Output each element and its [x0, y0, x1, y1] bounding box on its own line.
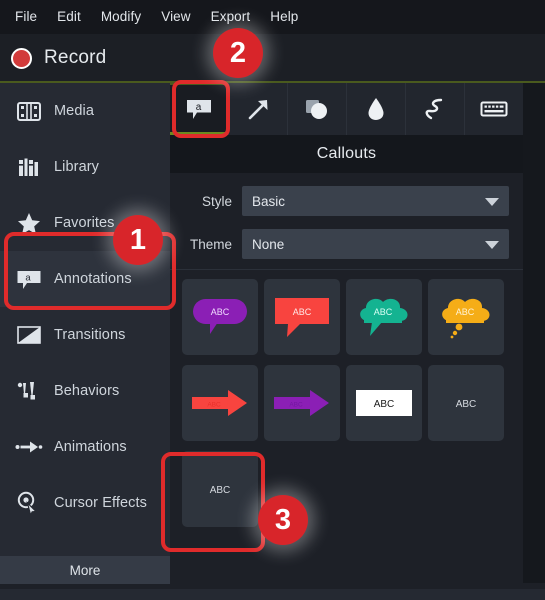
sidebar-item-label: Media — [54, 103, 94, 119]
arrow-shape: ABC — [192, 390, 247, 416]
thumbnail-text: ABC — [374, 307, 393, 317]
callout-thumbnail-grid: ABC ABC ABC ABC ABC ABC ABC ABC ABC — [182, 279, 512, 537]
tab-blur[interactable] — [347, 83, 406, 135]
chevron-down-icon — [485, 241, 499, 249]
transition-icon — [14, 322, 44, 348]
style-label: Style — [201, 193, 232, 209]
annotation-type-tabbar: a — [170, 83, 523, 135]
menu-item-view[interactable]: View — [152, 0, 199, 34]
arrow-diagonal-icon — [248, 100, 268, 120]
thumbnail-red-rect[interactable]: ABC — [264, 279, 340, 355]
thumbnail-yellow-thought[interactable]: ABC — [428, 279, 504, 355]
sidebar-item-cursor-effects[interactable]: Cursor Effects — [0, 475, 170, 531]
behaviors-icon — [14, 378, 44, 404]
thumbnail-purple-arrow[interactable]: ABC — [264, 365, 340, 441]
books-icon — [14, 154, 44, 180]
annotations-panel: a Callouts Style Basic Theme None ABC AB… — [170, 83, 523, 600]
svg-text:a: a — [25, 272, 31, 283]
callout-a-icon: a — [14, 266, 44, 292]
svg-text:a: a — [196, 102, 202, 113]
sidebar-item-label: Favorites — [54, 215, 115, 231]
text-only-shape: ABC — [210, 485, 231, 496]
thumbnail-purple-bubble[interactable]: ABC — [182, 279, 258, 355]
filled-box-shape: ABC — [356, 390, 412, 416]
arrow-shape: ABC — [274, 390, 329, 416]
menu-item-edit[interactable]: Edit — [48, 0, 90, 34]
sidebar: Media Library Favorites a Annotations Tr… — [0, 83, 170, 600]
record-button-label[interactable]: Record — [44, 47, 106, 69]
tab-callouts[interactable]: a — [170, 83, 229, 135]
thumbnail-plain-text[interactable]: ABC — [428, 365, 504, 441]
thumbnail-text: ABC — [210, 485, 231, 496]
style-dropdown-value: Basic — [252, 193, 286, 209]
app-window: File Edit Modify View Export Help Record — [0, 0, 545, 600]
sidebar-item-label: Behaviors — [54, 383, 120, 399]
theme-dropdown-value: None — [252, 236, 285, 252]
thumbnail-white-box[interactable]: ABC — [346, 365, 422, 441]
shape-circle-icon — [306, 100, 327, 119]
tab-shapes[interactable] — [288, 83, 347, 135]
thumbnail-text: ABC — [293, 307, 312, 317]
theme-label: Theme — [189, 236, 232, 252]
menu-bar: File Edit Modify View Export Help — [0, 0, 545, 34]
sidebar-item-favorites[interactable]: Favorites — [0, 195, 170, 251]
thumbnail-text: ABC — [456, 399, 477, 410]
thumbnail-plain-text-2[interactable]: ABC — [182, 451, 258, 527]
thumbnail-text: ABC — [456, 307, 475, 317]
more-button[interactable]: More — [0, 556, 170, 584]
sidebar-item-transitions[interactable]: Transitions — [0, 307, 170, 363]
rect-bubble-shape: ABC — [275, 298, 329, 337]
panel-fields: Style Basic Theme None — [170, 173, 523, 269]
thumbnail-text: ABC — [374, 399, 395, 410]
sidebar-item-label: Cursor Effects — [54, 495, 147, 511]
chevron-down-icon — [485, 198, 499, 206]
style-dropdown[interactable]: Basic — [242, 186, 509, 216]
callout-a-icon: a — [187, 100, 211, 119]
tab-arrows[interactable] — [229, 83, 288, 135]
rounded-bubble-shape: ABC — [193, 299, 247, 334]
droplet-icon — [368, 98, 384, 120]
theme-dropdown[interactable]: None — [242, 229, 509, 259]
panel-scrollbar[interactable] — [523, 83, 545, 583]
window-bottom-strip — [0, 589, 545, 600]
sidebar-item-label: Transitions — [54, 327, 126, 343]
cloud-bubble-shape: ABC — [360, 298, 408, 336]
sidebar-item-label: Animations — [54, 439, 127, 455]
sidebar-item-label: Library — [54, 159, 100, 175]
text-only-shape: ABC — [456, 399, 477, 410]
style-field-row: Style Basic — [170, 186, 523, 216]
keyboard-icon — [480, 101, 508, 117]
sidebar-item-label: Annotations — [54, 271, 132, 287]
menu-item-modify[interactable]: Modify — [92, 0, 150, 34]
sidebar-item-library[interactable]: Library — [0, 139, 170, 195]
panel-title: Callouts — [170, 135, 523, 173]
cursor-effects-icon — [14, 490, 44, 516]
record-bar: Record — [0, 34, 545, 82]
tab-sketch[interactable] — [406, 83, 465, 135]
thumbnail-text: ABC — [289, 402, 303, 409]
sidebar-item-animations[interactable]: Animations — [0, 419, 170, 475]
theme-field-row: Theme None — [170, 229, 523, 259]
star-icon — [14, 210, 44, 236]
animation-arrow-icon — [14, 434, 44, 460]
thumbnail-red-arrow[interactable]: ABC — [182, 365, 258, 441]
panel-divider — [170, 269, 523, 270]
menu-item-file[interactable]: File — [6, 0, 46, 34]
squiggle-icon — [425, 98, 443, 120]
sidebar-item-behaviors[interactable]: Behaviors — [0, 363, 170, 419]
menu-item-export[interactable]: Export — [202, 0, 260, 34]
sidebar-item-media[interactable]: Media — [0, 83, 170, 139]
thumbnail-text: ABC — [207, 402, 221, 409]
menu-item-help[interactable]: Help — [261, 0, 307, 34]
thought-cloud-shape: ABC — [442, 298, 490, 339]
record-dot-icon[interactable] — [11, 47, 32, 69]
thumbnail-teal-cloud[interactable]: ABC — [346, 279, 422, 355]
tab-keystrokes[interactable] — [465, 83, 523, 135]
film-strip-icon — [14, 98, 44, 124]
sidebar-item-annotations[interactable]: a Annotations — [0, 251, 170, 307]
thumbnail-text: ABC — [211, 307, 230, 317]
